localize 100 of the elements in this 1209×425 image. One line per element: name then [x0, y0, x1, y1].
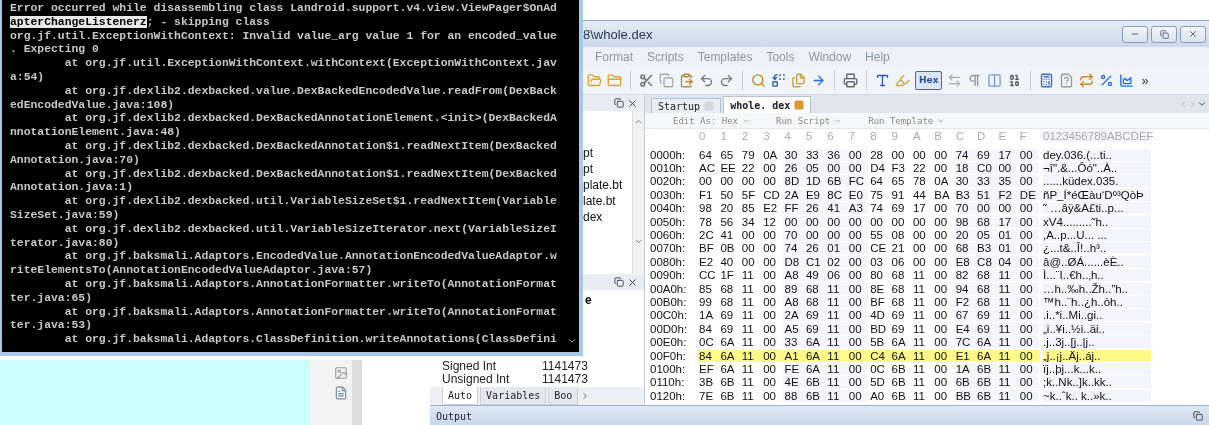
hex-bytes: AC EE 22 00 26 05 00 00 D4 F3 22 00 18 C0 00 00 — [697, 162, 1039, 175]
scissors-icon[interactable] — [639, 72, 654, 88]
console-line: edEncodedValue.java:108) — [10, 98, 176, 113]
panel-tab[interactable]: Boo — [548, 387, 579, 405]
scroll-up-icon[interactable] — [634, 117, 643, 126]
column-header: 0123456789ABCDEF — [1043, 130, 1151, 142]
undo-icon[interactable] — [699, 72, 714, 88]
panel-tab[interactable]: Variables — [480, 387, 547, 405]
console-line: at org.jf.dexlib2.dexbacked.util.VariableSizeIterator.next(VariableSizeI — [63, 222, 558, 237]
hex-bytes: 7E 6B 11 00 88 6B 11 00 A0 6B 11 00 BB 6B 11 00 — [697, 389, 1039, 402]
hex-bytes: 84 6A 11 00 A1 6A 11 00 C4 6A 11 00 E1 6A 11 00 — [697, 349, 1039, 362]
console-line: at org.jf.baksmali.Adaptors.AnnotationFormatter.writeTo(AnnotationFormat — [63, 277, 558, 292]
row-offset: 00D0h: — [650, 322, 689, 335]
row-offset: 00C0h: — [650, 309, 689, 322]
console-line: at org.jf.dexlib2.dexbacked.DexBackedAnnotation$1.readNextItem(DexBacked — [63, 139, 558, 154]
hex-toggle[interactable]: Hex — [915, 70, 943, 90]
ascii-text: .i..*i..Mi..gi.. — [1043, 309, 1151, 322]
repeat-icon[interactable] — [1079, 72, 1095, 88]
restore-button[interactable] — [1151, 25, 1177, 43]
hex-bytes: 84 69 11 00 A5 69 11 00 BD 69 11 00 E4 69 11 00 — [697, 322, 1039, 335]
console-line: at org.jf.dexlib2.dexbacked.DexBackedAnnotation$1.readNextItem(DexBacked — [63, 167, 558, 182]
file-question-icon[interactable] — [1059, 72, 1075, 88]
files-icon[interactable] — [791, 72, 806, 88]
console-line: a:54) — [10, 71, 46, 85]
console-line: nnotationElement.java:48) — [10, 126, 182, 140]
close-icon[interactable] — [627, 97, 638, 109]
folder-open-icon[interactable] — [587, 72, 602, 88]
scroll-down-icon[interactable] — [567, 336, 577, 346]
highlighter-icon[interactable] — [895, 72, 910, 88]
file-item[interactable]: pt — [583, 162, 632, 176]
row-offset: 0070h: — [650, 242, 687, 255]
ascii-text: xV4.........˜h.. — [1043, 215, 1151, 228]
image-icon — [334, 366, 348, 380]
copy-icon[interactable] — [659, 72, 674, 88]
swap-icon[interactable] — [947, 72, 963, 88]
column-header: e — [584, 292, 593, 309]
toolbar-overflow[interactable]: » — [1141, 72, 1149, 88]
console-line: ter.java:53) — [10, 319, 94, 334]
console-line: at org.jf.baksmali.Adaptors.ClassDefinition.writeAnnotations(ClassDefini — [63, 333, 558, 347]
hex-bytes: 2C 41 00 00 70 00 00 00 55 08 00 00 20 05 01 00 — [697, 229, 1039, 242]
console-line: Error occurred while disassembling class Landroid.support.v4.view.ViewPager$OnAd — [10, 2, 558, 16]
console-line: riteElementsTo(AnnotationEncodedValueAdaptor.java:57) — [10, 264, 374, 278]
ascii-text: …h..‰h..Žh..”h.. — [1043, 282, 1151, 295]
toolbar-dropdown[interactable]: Run Template — [868, 115, 946, 126]
console-line: at org.jf.dexlib2.dexbacked.DexBackedAnnotationElement.<init>(DexBackedA — [63, 112, 558, 127]
console-line: org.jf.util.ExceptionWithContext: Invalid value_arg value 1 for an encoded_value — [10, 29, 558, 44]
console-line: . Expecting 0 — [10, 43, 100, 58]
file-item[interactable]: plate.bt — [583, 178, 632, 192]
row-offset: 0120h: — [650, 389, 687, 402]
redo-icon[interactable] — [719, 72, 734, 88]
folder-icon[interactable] — [607, 72, 622, 88]
calculator-icon[interactable] — [1039, 72, 1055, 88]
printer-icon[interactable] — [843, 72, 858, 88]
ascii-text: â@..ØÁ......èÈ.. — [1043, 255, 1151, 268]
row-offset: 0010h: — [650, 162, 687, 175]
tab-list-icon[interactable] — [1197, 99, 1207, 109]
toolbar-dropdown[interactable]: Run Script — [776, 115, 843, 126]
paste-icon[interactable] — [679, 72, 694, 88]
close-icon — [1188, 29, 1198, 39]
file-item[interactable]: late.bt — [583, 194, 632, 208]
ascii-text: ;k..Nk..]k..kk.. — [1043, 376, 1151, 389]
console-line: at org.jf.baksmali.Adaptors.AnnotationFormatter.writeTo(AnnotationFormat — [63, 305, 558, 320]
chart-icon[interactable] — [1119, 72, 1135, 88]
ascii-text: „j..¡j..Äj..áj.. — [1043, 349, 1151, 362]
hex-bytes: 3B 6B 11 00 4E 6B 11 00 5D 6B 11 00 6B 6B 11 00 — [697, 376, 1039, 389]
float-icon[interactable] — [614, 277, 624, 287]
hex-bytes: CC 1F 11 00 A8 49 06 00 80 68 11 00 82 68 11 00 — [697, 269, 1039, 282]
close-button[interactable] — [1180, 25, 1206, 43]
row-offset: 0090h: — [650, 269, 687, 282]
hex-bytes: 1A 69 11 00 2A 69 11 00 4D 69 11 00 67 69 11 00 — [697, 309, 1039, 322]
scroll-down-icon[interactable] — [634, 237, 643, 246]
row-offset: 00B0h: — [650, 296, 688, 308]
search-icon[interactable] — [751, 72, 766, 88]
ascii-text: ïj..þj...k...k.. — [1043, 362, 1151, 375]
ascii-text: „i..¥i..½i..äi.. — [1043, 322, 1151, 335]
file-item[interactable]: pt — [583, 146, 632, 160]
panel-title: Output — [436, 410, 473, 422]
font-icon[interactable] — [875, 72, 890, 88]
file-tab[interactable]: whole. dex — [723, 96, 812, 113]
minimize-button[interactable] — [1122, 25, 1148, 43]
row-offset: 0030h: — [650, 188, 687, 201]
float-icon[interactable] — [614, 98, 624, 108]
arrow-right-icon[interactable] — [811, 72, 826, 88]
close-icon[interactable] — [627, 276, 638, 288]
replace-icon[interactable] — [771, 72, 786, 88]
ascii-text: ñP_Í*éŒàu‘Dº³QòÞ — [1043, 188, 1151, 201]
hex-bytes: E2 40 00 00 D8 C1 02 00 03 06 00 00 E8 C8 04 00 — [697, 255, 1039, 268]
hex-bytes: F1 50 5F CD 2A E9 8C E0 75 91 44 BA B3 51 F2 DE — [697, 188, 1039, 201]
document-icon — [334, 386, 348, 400]
ascii-text: ~k..ˆk.. k..»k.. — [1043, 389, 1151, 402]
file-tab[interactable]: Startup — [651, 98, 722, 113]
type-name: Signed Int — [442, 360, 498, 373]
percent-icon[interactable] — [1099, 72, 1115, 88]
pilcrow-icon[interactable] — [967, 72, 983, 88]
ascii-text: ¿...t&..Î!..h³.. — [1043, 242, 1151, 255]
toolbar-dropdown[interactable]: Edit As: Hex — [673, 115, 751, 126]
float-icon[interactable] — [1193, 411, 1203, 421]
row-offset: 0060h: — [650, 229, 687, 242]
panel-tab[interactable]: Auto — [442, 387, 479, 405]
file-item[interactable]: dex — [583, 210, 632, 224]
